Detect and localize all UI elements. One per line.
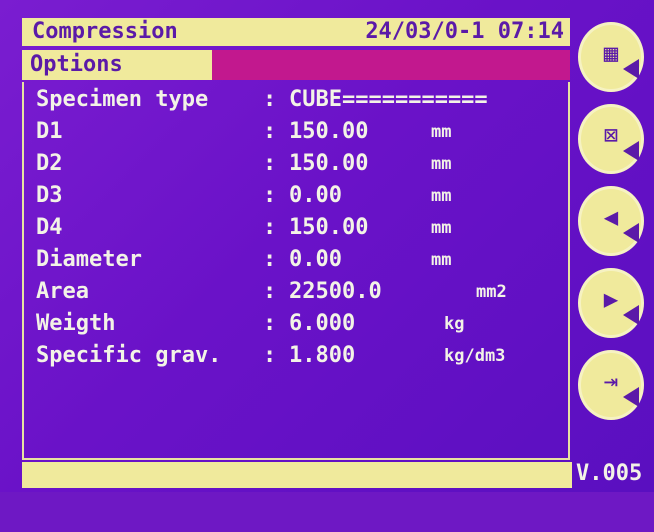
field-d2[interactable]: D2 : 150.00 mm bbox=[36, 148, 451, 180]
field-separator: : bbox=[263, 311, 277, 336]
field-value: 6.000 bbox=[289, 311, 356, 336]
softkey-pointer bbox=[623, 59, 639, 79]
softkey-pointer bbox=[623, 141, 639, 161]
field-weight[interactable]: Weigth : 6.000 kg bbox=[36, 308, 464, 340]
field-diameter[interactable]: Diameter : 0.00 mm bbox=[36, 244, 451, 276]
field-unit: kg/dm3 bbox=[444, 346, 506, 366]
field-label: Specimen type bbox=[36, 87, 209, 112]
softkey-pointer bbox=[623, 223, 639, 243]
field-value: 150.00 bbox=[289, 215, 369, 240]
field-separator: : bbox=[263, 183, 277, 208]
previous-button[interactable]: ◀ bbox=[578, 186, 644, 256]
field-value: 150.00 bbox=[289, 119, 369, 144]
field-specimen-type[interactable]: Specimen type : CUBE=========== bbox=[36, 84, 488, 116]
field-area[interactable]: Area : 22500.0 mm2 bbox=[36, 276, 507, 308]
version-label: V.005 bbox=[576, 461, 643, 486]
field-label: D1 bbox=[36, 119, 63, 144]
field-separator: : bbox=[263, 119, 277, 144]
field-unit: mm2 bbox=[476, 282, 507, 302]
field-separator: : bbox=[263, 279, 277, 304]
delete-table-button[interactable]: ⊠ bbox=[578, 104, 644, 174]
softkey-pointer bbox=[623, 305, 639, 325]
field-separator: : bbox=[263, 343, 277, 368]
field-label: Specific grav. bbox=[36, 343, 222, 368]
field-unit: mm bbox=[431, 122, 452, 142]
date-time: 24/03/0-1 07:14 bbox=[365, 19, 564, 44]
instrument-screen: Compression 24/03/0-1 07:14 Options Spec… bbox=[0, 0, 654, 492]
field-value: 22500.0 bbox=[289, 279, 382, 304]
field-value: 0.00 bbox=[289, 247, 342, 272]
softkey-pointer bbox=[623, 387, 639, 407]
arrow-left-icon: ◀ bbox=[603, 203, 619, 231]
field-value: 0.00 bbox=[289, 183, 342, 208]
field-separator: : bbox=[263, 87, 277, 112]
tab-bar: Options bbox=[22, 50, 570, 80]
table-icon: ▦ bbox=[603, 39, 619, 67]
arrow-right-icon: ▶ bbox=[603, 285, 619, 313]
field-specific-gravity[interactable]: Specific grav. : 1.800 kg/dm3 bbox=[36, 340, 505, 372]
field-label: Weigth bbox=[36, 311, 116, 336]
field-label: Diameter bbox=[36, 247, 142, 272]
field-d3[interactable]: D3 : 0.00 mm bbox=[36, 180, 451, 212]
field-label: D2 bbox=[36, 151, 63, 176]
title-bar: Compression 24/03/0-1 07:14 bbox=[22, 18, 570, 46]
delete-table-icon: ⊠ bbox=[603, 121, 619, 149]
field-label: D3 bbox=[36, 183, 63, 208]
tab-options[interactable]: Options bbox=[22, 50, 212, 80]
field-label: D4 bbox=[36, 215, 63, 240]
next-button[interactable]: ▶ bbox=[578, 268, 644, 338]
status-bar bbox=[22, 462, 572, 488]
field-unit: mm bbox=[431, 218, 452, 238]
field-d1[interactable]: D1 : 150.00 mm bbox=[36, 116, 451, 148]
softkey-sidebar: ▦ ⊠ ◀ ▶ ⇥ bbox=[572, 14, 654, 454]
field-value: CUBE=========== bbox=[289, 87, 488, 112]
field-d4[interactable]: D4 : 150.00 mm bbox=[36, 212, 451, 244]
field-value: 150.00 bbox=[289, 151, 369, 176]
field-separator: : bbox=[263, 215, 277, 240]
field-unit: mm bbox=[431, 186, 452, 206]
field-separator: : bbox=[263, 151, 277, 176]
screen-title: Compression bbox=[32, 19, 178, 44]
exit-button[interactable]: ⇥ bbox=[578, 350, 644, 420]
field-unit: kg bbox=[444, 314, 465, 334]
exit-door-icon: ⇥ bbox=[603, 367, 619, 395]
table-button[interactable]: ▦ bbox=[578, 22, 644, 92]
field-separator: : bbox=[263, 247, 277, 272]
field-unit: mm bbox=[431, 250, 452, 270]
field-unit: mm bbox=[431, 154, 452, 174]
field-label: Area bbox=[36, 279, 89, 304]
field-value: 1.800 bbox=[289, 343, 356, 368]
